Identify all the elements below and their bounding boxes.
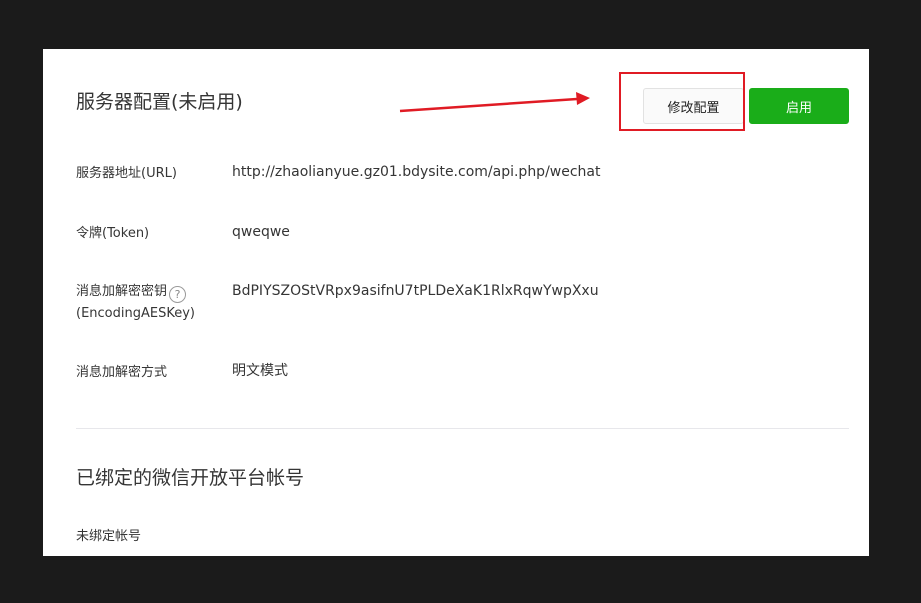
bound-accounts-title: 已绑定的微信开放平台帐号 <box>76 467 305 489</box>
encryption-mode-label: 消息加解密方式 <box>76 365 168 380</box>
server-config-title: 服务器配置(未启用) <box>76 91 243 113</box>
section-divider <box>76 428 849 429</box>
server-config-panel: 服务器配置(未启用) 修改配置 启用 服务器地址(URL) http://zha… <box>43 49 869 556</box>
help-icon[interactable]: ? <box>169 286 187 303</box>
url-label: 服务器地址(URL) <box>76 166 177 181</box>
aes-key-label-line2: (EncodingAESKey) <box>76 306 195 321</box>
token-value: qweqwe <box>232 224 290 240</box>
edit-config-button[interactable]: 修改配置 <box>643 88 744 124</box>
aes-key-value: BdPIYSZOStVRpx9asifnU7tPLDeXaK1RlxRqwYwp… <box>232 283 599 299</box>
token-label: 令牌(Token) <box>76 226 150 241</box>
bound-accounts-status: 未绑定帐号 <box>76 529 142 544</box>
annotation-arrow-icon <box>399 92 590 113</box>
url-value: http://zhaolianyue.gz01.bdysite.com/api.… <box>232 164 601 180</box>
aes-key-label-line1: 消息加解密密钥 <box>76 284 168 299</box>
enable-button[interactable]: 启用 <box>749 88 849 124</box>
aes-key-label: 消息加解密密钥? (EncodingAESKey) <box>76 281 195 324</box>
encryption-mode-value: 明文模式 <box>232 363 288 379</box>
